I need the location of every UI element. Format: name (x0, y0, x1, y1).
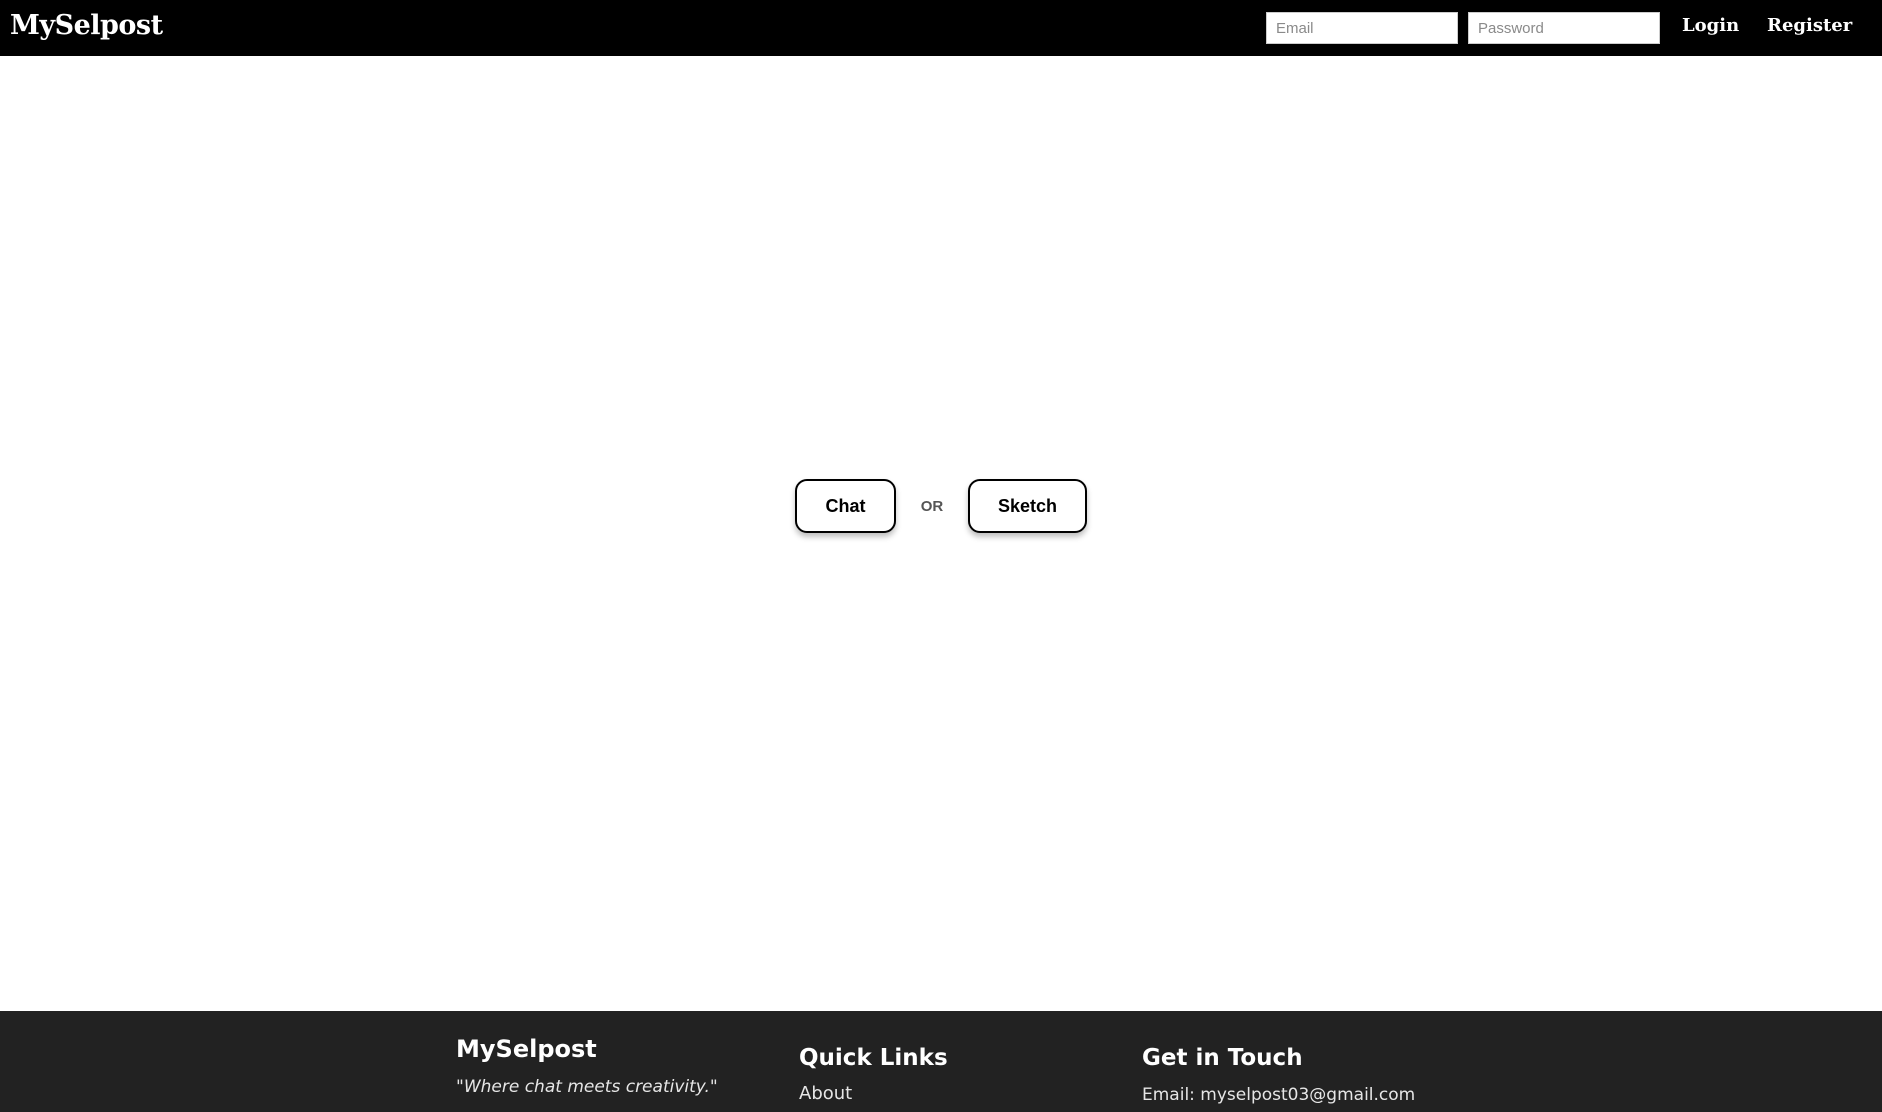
contact-heading: Get in Touch (1142, 1045, 1303, 1071)
top-navbar: MySelpost Login Register (0, 0, 1882, 56)
or-separator: OR (920, 497, 944, 515)
email-field[interactable] (1266, 12, 1458, 44)
main-content: Chat OR Sketch (0, 56, 1882, 1011)
footer-link-about[interactable]: About (799, 1083, 948, 1104)
sketch-button[interactable]: Sketch (968, 479, 1087, 533)
footer-brand: MySelpost (456, 1035, 597, 1063)
login-button[interactable]: Login (1682, 15, 1739, 36)
contact-email[interactable]: Email: myselpost03@gmail.com (1142, 1085, 1415, 1105)
password-field[interactable] (1468, 12, 1660, 44)
brand-logo[interactable]: MySelpost (10, 10, 163, 41)
quick-links-heading: Quick Links (799, 1045, 948, 1071)
mode-choice-row: Chat OR Sketch (795, 479, 1087, 533)
footer-tagline: "Where chat meets creativity." (456, 1077, 718, 1097)
footer-contact-column: Get in Touch Email: myselpost03@gmail.co… (1142, 1045, 1415, 1105)
register-button[interactable]: Register (1767, 15, 1852, 36)
footer-brand-column: MySelpost "Where chat meets creativity." (456, 1035, 718, 1097)
footer-quick-links-column: Quick Links About (799, 1045, 948, 1104)
site-footer: MySelpost "Where chat meets creativity."… (0, 1011, 1882, 1112)
chat-button[interactable]: Chat (795, 479, 896, 533)
